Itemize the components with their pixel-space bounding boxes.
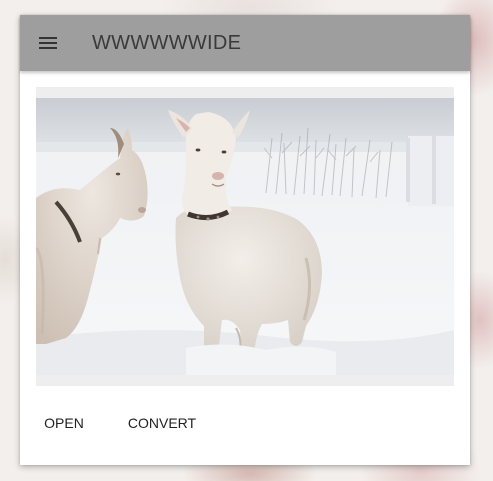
goats-in-snow-photo: [36, 98, 454, 375]
open-button[interactable]: OPEN: [36, 405, 92, 441]
image-container: [36, 87, 454, 386]
top-app-bar: WWWWWWIDE: [20, 15, 470, 71]
menu-icon: [39, 37, 57, 49]
convert-button[interactable]: CONVERT: [120, 405, 204, 441]
app-card: WWWWWWIDE OPEN CONVERT: [20, 15, 470, 465]
app-title: WWWWWWIDE: [92, 32, 242, 54]
menu-button[interactable]: [32, 27, 64, 59]
